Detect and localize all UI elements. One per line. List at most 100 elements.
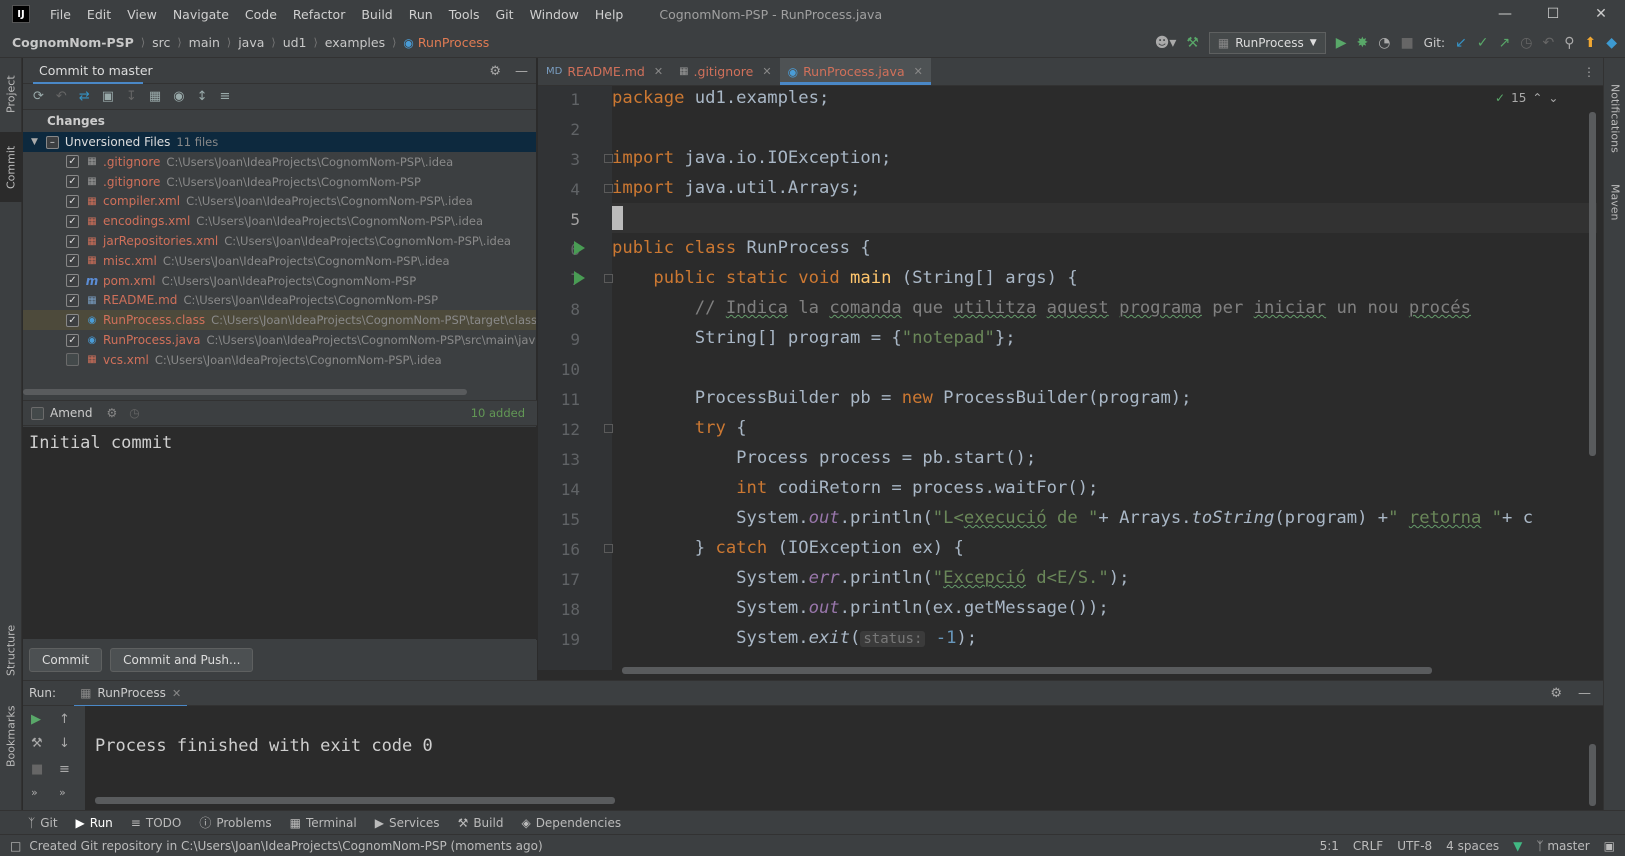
build-tool-button[interactable]: ⚒ Build xyxy=(458,816,504,830)
hide-panel-icon[interactable]: — xyxy=(1578,686,1591,701)
file-checkbox[interactable]: ✓ xyxy=(66,313,79,327)
unversioned-files-group[interactable]: ▼ – Unversioned Files 11 files xyxy=(23,132,536,152)
rollback-icon[interactable]: ↶ xyxy=(1542,35,1554,51)
fold-marker-icon[interactable] xyxy=(604,154,613,163)
maven-tool-tab[interactable]: Maven xyxy=(1604,174,1625,230)
horizontal-scrollbar[interactable] xyxy=(23,389,467,395)
file-row[interactable]: ✓ ▦ .gitignore C:\Users\Joan\IdeaProjects\C… xyxy=(23,172,536,192)
close-tab-icon[interactable]: ✕ xyxy=(914,65,923,78)
services-tool-button[interactable]: ▶ Services xyxy=(375,816,440,830)
file-checkbox[interactable]: ✓ xyxy=(66,274,79,288)
file-row[interactable]: ▦ vcs.xml C:\Users\Joan\IdeaProjects\Cogno… xyxy=(23,350,536,370)
file-checkbox[interactable]: ✓ xyxy=(66,234,79,248)
maximize-icon[interactable]: ☐ xyxy=(1529,0,1577,28)
breadcrumb-examples[interactable]: examples xyxy=(325,35,385,50)
scroll-down-icon[interactable]: ↓ xyxy=(59,736,70,751)
commit-message-field[interactable]: Initial commit xyxy=(23,427,537,639)
file-checkbox[interactable]: ✓ xyxy=(66,175,79,189)
soft-wrap-icon[interactable]: ≡ xyxy=(59,762,70,777)
fold-marker-icon[interactable] xyxy=(604,184,613,193)
console-vertical-scrollbar[interactable] xyxy=(1589,744,1596,806)
updates-icon[interactable]: ⬆ xyxy=(1584,35,1596,51)
file-row[interactable]: ✓ ▦ README.md C:\Users\Joan\IdeaProjects\Co… xyxy=(23,291,536,311)
menu-navigate[interactable]: Navigate xyxy=(165,7,237,22)
search-icon[interactable]: ⚲ xyxy=(1564,35,1574,51)
tab-gitignore[interactable]: ▦ .gitignore ✕ xyxy=(671,58,780,85)
breadcrumb-java[interactable]: java xyxy=(238,35,264,50)
menu-edit[interactable]: Edit xyxy=(79,7,119,22)
breadcrumb-project[interactable]: CognomNom-PSP xyxy=(12,35,134,50)
file-checkbox[interactable]: ✓ xyxy=(66,194,79,208)
git-update-icon[interactable]: ↙ xyxy=(1455,35,1467,51)
dependencies-tool-button[interactable]: ◈ Dependencies xyxy=(521,816,621,830)
todo-tool-button[interactable]: ≡ TODO xyxy=(131,816,182,830)
git-branch[interactable]: ᛉ master xyxy=(1536,839,1589,853)
run-gutter-icon[interactable] xyxy=(574,241,585,255)
clock-icon[interactable]: ◷ xyxy=(129,406,139,420)
chevron-down-icon[interactable]: ▼ xyxy=(31,137,38,147)
file-checkbox[interactable] xyxy=(66,353,79,367)
shelve-icon[interactable]: ↧ xyxy=(126,89,137,104)
refresh-icon[interactable]: ⟳ xyxy=(33,89,44,104)
editor-horizontal-scrollbar[interactable] xyxy=(622,667,1432,674)
chevron-up-icon[interactable]: ⌃ xyxy=(1532,91,1542,105)
file-checkbox[interactable]: ✓ xyxy=(66,254,79,268)
git-tool-button[interactable]: ᛉ Git xyxy=(28,816,58,830)
run-tool-button[interactable]: ▶ Run xyxy=(76,816,113,830)
file-row[interactable]: ✓ ▦ .gitignore C:\Users\Joan\IdeaProjects\C… xyxy=(23,152,536,172)
caret-position[interactable]: 5:1 xyxy=(1320,839,1339,853)
run-icon[interactable]: ▶ xyxy=(1336,35,1347,51)
structure-tool-tab[interactable]: Structure xyxy=(0,618,22,682)
file-checkbox[interactable]: ✓ xyxy=(66,333,79,347)
file-checkbox[interactable]: ✓ xyxy=(66,293,79,307)
group-by-icon[interactable]: ▦ xyxy=(149,89,161,104)
show-diff-icon[interactable]: ⇄ xyxy=(79,89,90,104)
menu-git[interactable]: Git xyxy=(488,7,522,22)
commit-button[interactable]: Commit xyxy=(29,648,103,672)
wrench-icon[interactable]: ⚒ xyxy=(31,736,43,751)
history-icon[interactable]: ◷ xyxy=(1520,35,1532,51)
code-editor[interactable]: package ud1.examples; import java.io.IOE… xyxy=(612,86,1597,660)
file-row[interactable]: ✓ ◉ RunProcess.java C:\Users\Joan\IdeaProje… xyxy=(23,330,536,350)
breadcrumb-main[interactable]: main xyxy=(189,35,220,50)
problems-tool-button[interactable]: ⓘ Problems xyxy=(199,814,271,831)
changelist-icon[interactable]: ▣ xyxy=(102,89,114,104)
run-gutter-icon[interactable] xyxy=(574,271,585,285)
menu-tools[interactable]: Tools xyxy=(441,7,488,22)
fold-marker-icon[interactable] xyxy=(604,274,613,283)
indent-setting[interactable]: 4 spaces xyxy=(1446,839,1499,853)
console-horizontal-scrollbar[interactable] xyxy=(95,797,615,804)
breadcrumb-runprocess[interactable]: RunProcess xyxy=(418,35,489,50)
file-checkbox[interactable]: ✓ xyxy=(66,214,79,228)
group-checkbox[interactable]: – xyxy=(45,135,59,149)
run-console[interactable]: Process finished with exit code 0 xyxy=(85,706,1603,810)
bookmarks-tool-tab[interactable]: Bookmarks xyxy=(0,698,22,774)
lock-icon[interactable]: ▣ xyxy=(1604,839,1615,853)
status-message[interactable]: Created Git repository in C:\Users\Joan\… xyxy=(29,839,542,853)
file-row[interactable]: ✓ ▦ misc.xml C:\Users\Joan\IdeaProjects\Cog… xyxy=(23,251,536,271)
rollback-icon[interactable]: ↶ xyxy=(56,89,67,104)
menu-help[interactable]: Help xyxy=(587,7,632,22)
menu-refactor[interactable]: Refactor xyxy=(285,7,353,22)
scroll-up-icon[interactable]: ↑ xyxy=(59,712,70,727)
debug-icon[interactable]: ✸ xyxy=(1356,35,1368,51)
commit-and-push-button[interactable]: Commit and Push... xyxy=(110,648,254,672)
inspection-widget[interactable]: ✓ 15 ⌃ ⌄ xyxy=(1495,88,1595,108)
more-actions-icon[interactable]: » xyxy=(59,786,66,799)
file-encoding[interactable]: UTF-8 xyxy=(1397,839,1432,853)
menu-build[interactable]: Build xyxy=(353,7,400,22)
rerun-icon[interactable]: ▶ xyxy=(31,712,41,727)
user-icon[interactable]: ☻▾ xyxy=(1155,35,1177,51)
tab-readme[interactable]: MD README.md ✕ xyxy=(538,58,671,85)
menu-file[interactable]: File xyxy=(42,7,79,22)
menu-code[interactable]: Code xyxy=(237,7,285,22)
fold-marker-icon[interactable] xyxy=(604,424,613,433)
breadcrumb-src[interactable]: src xyxy=(152,35,170,50)
commit-tool-tab[interactable]: Commit xyxy=(0,132,22,202)
collapse-all-icon[interactable]: ≡ xyxy=(219,89,230,104)
git-commit-icon[interactable]: ✓ xyxy=(1477,35,1489,51)
expand-all-icon[interactable]: ↕ xyxy=(197,89,208,104)
fold-marker-icon[interactable] xyxy=(604,544,613,553)
file-row[interactable]: ✓ ◉ RunProcess.class C:\Users\Joan\IdeaProj… xyxy=(23,310,536,331)
close-tab-icon[interactable]: ✕ xyxy=(172,687,181,700)
